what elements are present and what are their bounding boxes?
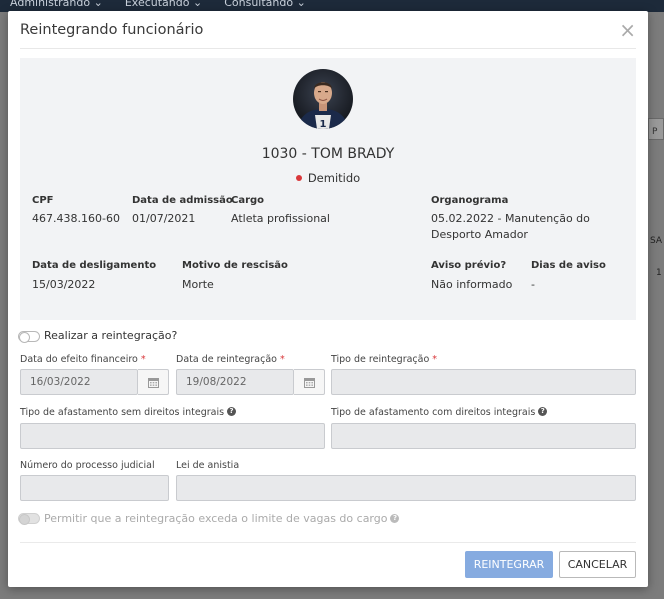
admission-date-label: Data de admissão — [132, 195, 233, 206]
required-mark: * — [279, 354, 285, 365]
termination-reason-label: Motivo de rescisão — [182, 260, 288, 271]
help-icon[interactable]: ? — [390, 513, 400, 523]
required-mark: * — [432, 354, 438, 365]
termination-date-value: 15/03/2022 — [32, 278, 96, 291]
reintegration-date-label-text: Data de reintegração — [176, 354, 277, 365]
financial-effect-date-label: Data do efeito financeiro * — [20, 354, 146, 365]
notice-value: Não informado — [431, 278, 513, 291]
calendar-icon[interactable] — [294, 369, 325, 395]
judicial-process-input[interactable] — [20, 475, 169, 501]
close-icon[interactable]: × — [619, 20, 636, 40]
amnesty-law-label: Lei de anistia — [176, 460, 240, 471]
employee-info-panel: 1 1030 - TOM BRADY Demitido CPF 467.438.… — [20, 58, 636, 320]
status-text: Demitido — [307, 171, 361, 185]
avatar-photo-image: 1 — [293, 69, 353, 129]
help-icon[interactable]: ? — [227, 407, 237, 416]
reintegrate-button[interactable]: REINTEGRAR — [465, 551, 553, 578]
notice-label: Aviso prévio? — [431, 260, 507, 271]
calendar-icon[interactable] — [138, 369, 169, 395]
termination-date-label: Data de desligamento — [32, 260, 157, 271]
financial-effect-date-label-text: Data do efeito financeiro — [20, 354, 138, 365]
cpf-label: CPF — [32, 195, 54, 206]
leave-type-without-rights-label-text: Tipo de afastamento sem direitos integra… — [20, 407, 225, 418]
reintegration-date-picker: 19/08/2022 — [176, 369, 325, 395]
status-dot-icon — [295, 174, 302, 181]
cargo-label: Cargo — [231, 195, 265, 206]
cpf-value: 467.438.160-60 — [32, 212, 120, 225]
background-field: P — [648, 118, 664, 140]
financial-effect-date-picker: 16/03/2022 — [20, 369, 169, 395]
footer-divider — [20, 542, 636, 543]
required-mark: * — [140, 354, 146, 365]
judicial-process-label: Número do processo judicial — [20, 460, 155, 471]
exceed-vacancy-toggle-label-text: Permitir que a reintegração exceda o lim… — [44, 512, 388, 525]
reintegrate-toggle[interactable] — [18, 331, 40, 343]
svg-text:1: 1 — [320, 119, 327, 129]
exceed-vacancy-toggle[interactable] — [18, 513, 40, 525]
modal-header: Reintegrando funcionário × — [20, 11, 636, 49]
admission-date-value: 01/07/2021 — [132, 212, 196, 225]
exceed-vacancy-toggle-label: Permitir que a reintegração exceda o lim… — [44, 512, 400, 525]
background-cell: 1 — [656, 268, 662, 278]
notice-days-value: - — [531, 278, 535, 291]
reintegration-type-select[interactable] — [331, 369, 636, 395]
reintegration-date-input[interactable]: 19/08/2022 — [176, 369, 294, 395]
employment-status: Demitido — [20, 171, 636, 185]
leave-type-with-rights-label: Tipo de afastamento com direitos integra… — [331, 407, 548, 418]
modal-title: Reintegrando funcionário — [20, 21, 204, 38]
leave-type-with-rights-label-text: Tipo de afastamento com direitos integra… — [331, 407, 536, 418]
leave-type-without-rights-select[interactable] — [20, 423, 325, 449]
leave-type-with-rights-select[interactable] — [331, 423, 636, 449]
background-column-header: SA — [650, 236, 663, 246]
termination-reason-value: Morte — [182, 278, 214, 291]
reintegration-date-label: Data de reintegração * — [176, 354, 285, 365]
reintegration-type-label: Tipo de reintegração * — [331, 354, 437, 365]
reintegrate-toggle-label: Realizar a reintegração? — [44, 329, 178, 342]
organograma-label: Organograma — [431, 195, 509, 206]
notice-days-label: Dias de aviso — [531, 260, 606, 271]
financial-effect-date-input[interactable]: 16/03/2022 — [20, 369, 138, 395]
cancel-button[interactable]: CANCELAR — [559, 551, 636, 578]
employee-name: 1030 - TOM BRADY — [261, 146, 395, 162]
help-icon[interactable]: ? — [538, 407, 548, 416]
reintegration-modal: Reintegrando funcionário × 1 1030 - TOM … — [8, 11, 648, 587]
employee-avatar: 1 — [293, 69, 353, 129]
leave-type-without-rights-label: Tipo de afastamento sem direitos integra… — [20, 407, 237, 418]
organograma-value: 05.02.2022 - Manutenção do Desporto Amad… — [431, 212, 590, 241]
cargo-value: Atleta profissional — [231, 212, 330, 225]
amnesty-law-select[interactable] — [176, 475, 636, 501]
background-field-text: P — [652, 127, 658, 137]
reintegration-type-label-text: Tipo de reintegração — [331, 354, 430, 365]
